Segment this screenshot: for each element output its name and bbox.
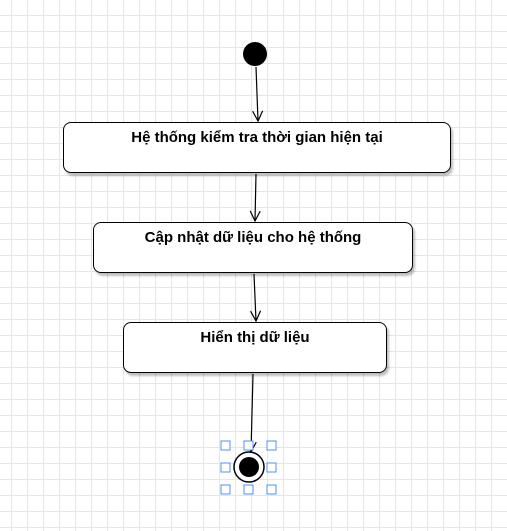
final-node-dot: [239, 457, 259, 477]
edge-display-data-to-final[interactable]: [251, 373, 253, 452]
action-check-current-time[interactable]: Hệ thống kiểm tra thời gian hiện tại: [63, 122, 451, 173]
selection-handle-right[interactable]: [266, 462, 277, 473]
selection-handle-top[interactable]: [243, 440, 254, 451]
edge-update-data-to-display-data[interactable]: [254, 273, 256, 321]
initial-node[interactable]: [243, 42, 267, 66]
edge-check-time-to-update-data[interactable]: [255, 173, 256, 221]
selection-handle-bottom[interactable]: [243, 484, 254, 495]
action-label: Hệ thống kiểm tra thời gian hiện tại: [131, 129, 383, 146]
edge-initial-to-check-time[interactable]: [256, 66, 258, 121]
action-label: Cập nhật dữ liệu cho hệ thống: [144, 229, 362, 246]
selection-handle-left[interactable]: [220, 462, 231, 473]
selection-handle-top-right[interactable]: [266, 440, 277, 451]
action-update-system-data[interactable]: Cập nhật dữ liệu cho hệ thống: [93, 222, 413, 273]
selection-handle-bottom-left[interactable]: [220, 484, 231, 495]
selection-handle-bottom-right[interactable]: [266, 484, 277, 495]
selection-handle-top-left[interactable]: [220, 440, 231, 451]
action-display-data[interactable]: Hiển thị dữ liệu: [123, 322, 387, 373]
action-label: Hiển thị dữ liệu: [200, 329, 310, 346]
